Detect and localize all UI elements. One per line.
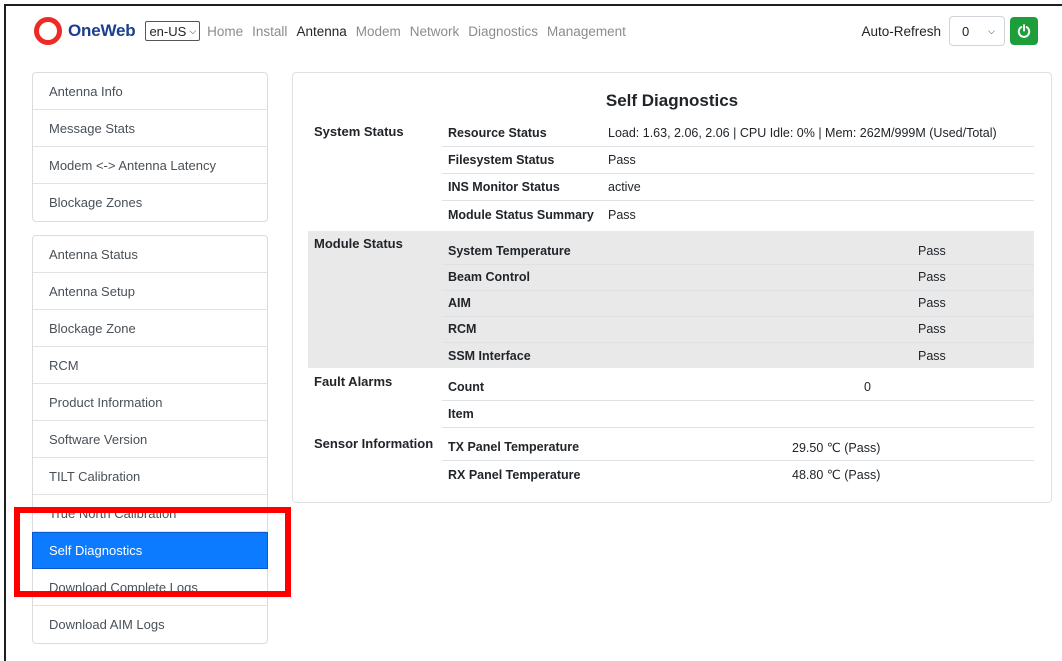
table-row: RX Panel Temperature 48.80 ℃ (Pass) [442, 461, 1034, 488]
row-value: Pass [918, 322, 946, 336]
table-row: RCM Pass [442, 316, 1034, 343]
language-select[interactable]: en-US ⌵ [145, 21, 201, 41]
row-key: SSM Interface [448, 348, 531, 363]
nav-home[interactable]: Home [207, 24, 243, 39]
sidebar-item-download-complete-logs[interactable]: Download Complete Logs [33, 569, 267, 606]
sidebar-group-antenna-info: Antenna Info Message Stats Modem <-> Ant… [32, 72, 268, 222]
row-value: active [608, 180, 641, 194]
auto-refresh-label: Auto-Refresh [861, 23, 941, 39]
section-label-fault-alarms: Fault Alarms [314, 374, 393, 389]
row-key: RX Panel Temperature [448, 467, 581, 482]
chevron-down-icon: ⌵ [988, 25, 995, 36]
sidebar-item-self-diagnostics[interactable]: Self Diagnostics [32, 532, 268, 569]
nav-install[interactable]: Install [252, 24, 287, 39]
nav-management[interactable]: Management [547, 24, 626, 39]
row-key: AIM [448, 296, 471, 310]
sidebar-item-antenna-setup[interactable]: Antenna Setup [33, 273, 267, 310]
row-value: Pass [918, 348, 946, 363]
sidebar-item-tilt-calibration[interactable]: TILT Calibration [33, 458, 267, 495]
table-row: Count 0 [442, 374, 1034, 401]
sidebar-item-message-stats[interactable]: Message Stats [33, 110, 267, 147]
top-navbar: OneWeb en-US ⌵ Home Install Antenna Mode… [6, 6, 1062, 56]
sidebar-item-latency[interactable]: Modem <-> Antenna Latency [33, 147, 267, 184]
table-row: System Temperature Pass [442, 238, 1034, 265]
sidebar-item-antenna-info[interactable]: Antenna Info [33, 73, 267, 110]
sidebar-item-blockage-zones[interactable]: Blockage Zones [33, 184, 267, 221]
sidebar-item-product-information[interactable]: Product Information [33, 384, 267, 421]
table-row: Beam Control Pass [442, 264, 1034, 291]
sidebar-item-download-aim-logs[interactable]: Download AIM Logs [33, 606, 267, 643]
table-row: TX Panel Temperature 29.50 ℃ (Pass) [442, 434, 1034, 461]
row-key: Item [448, 407, 474, 421]
sidebar-group-antenna-tools: Antenna Status Antenna Setup Blockage Zo… [32, 235, 268, 644]
sidebar-item-antenna-status[interactable]: Antenna Status [33, 236, 267, 273]
logo-ring-icon [34, 17, 62, 45]
row-value: Pass [918, 244, 946, 258]
sidebar-item-true-north-calibration[interactable]: True North Calibration [33, 495, 267, 532]
brand-name: OneWeb [68, 21, 136, 40]
row-value: 29.50 ℃ (Pass) [792, 440, 881, 455]
table-row: Item [442, 401, 1034, 428]
row-key: RCM [448, 322, 477, 336]
sidebar-item-blockage-zone[interactable]: Blockage Zone [33, 310, 267, 347]
nav-antenna[interactable]: Antenna [296, 24, 346, 39]
row-value: Pass [608, 207, 636, 222]
nav-modem[interactable]: Modem [356, 24, 401, 39]
row-key: Filesystem Status [448, 153, 555, 167]
table-row: SSM Interface Pass [442, 342, 1034, 369]
row-key: Resource Status [448, 126, 547, 140]
section-label-system-status: System Status [314, 124, 404, 139]
power-button[interactable] [1010, 17, 1038, 45]
nav-right-controls: Auto-Refresh 0 ⌵ [861, 16, 1038, 46]
table-row: INS Monitor Status active [442, 174, 1034, 201]
nav-diagnostics[interactable]: Diagnostics [468, 24, 538, 39]
section-label-sensor-information: Sensor Information [314, 436, 434, 451]
row-value: 0 [864, 380, 871, 394]
table-row: Resource Status Load: 1.63, 2.06, 2.06 |… [442, 120, 1034, 147]
table-row: Filesystem Status Pass [442, 147, 1034, 174]
row-value: Pass [608, 153, 636, 167]
row-key: System Temperature [448, 244, 571, 258]
row-key: Count [448, 380, 485, 394]
row-key: TX Panel Temperature [448, 440, 580, 454]
auto-refresh-value: 0 [962, 23, 970, 39]
row-value: 48.80 ℃ (Pass) [792, 468, 881, 482]
power-icon [1017, 24, 1031, 38]
language-value: en-US [149, 23, 187, 39]
row-key: INS Monitor Status [448, 180, 560, 194]
table-row: AIM Pass [442, 290, 1034, 317]
sidebar-item-rcm[interactable]: RCM [33, 347, 267, 384]
section-label-module-status: Module Status [314, 236, 403, 251]
row-value: Pass [918, 270, 946, 284]
row-value: Load: 1.63, 2.06, 2.06 | CPU Idle: 0% | … [608, 126, 997, 140]
browser-frame: OneWeb en-US ⌵ Home Install Antenna Mode… [4, 4, 1062, 661]
brand-logo[interactable]: OneWeb [34, 17, 136, 45]
chevron-down-icon: ⌵ [189, 25, 197, 36]
row-key: Module Status Summary [448, 207, 594, 222]
row-key: Beam Control [448, 270, 530, 284]
row-value: Pass [918, 296, 946, 310]
auto-refresh-select[interactable]: 0 ⌵ [949, 16, 1005, 46]
table-row: Module Status Summary Pass [442, 201, 1034, 228]
nav-network[interactable]: Network [410, 24, 460, 39]
page-title: Self Diagnostics [605, 91, 739, 110]
sidebar-item-software-version[interactable]: Software Version [33, 421, 267, 458]
